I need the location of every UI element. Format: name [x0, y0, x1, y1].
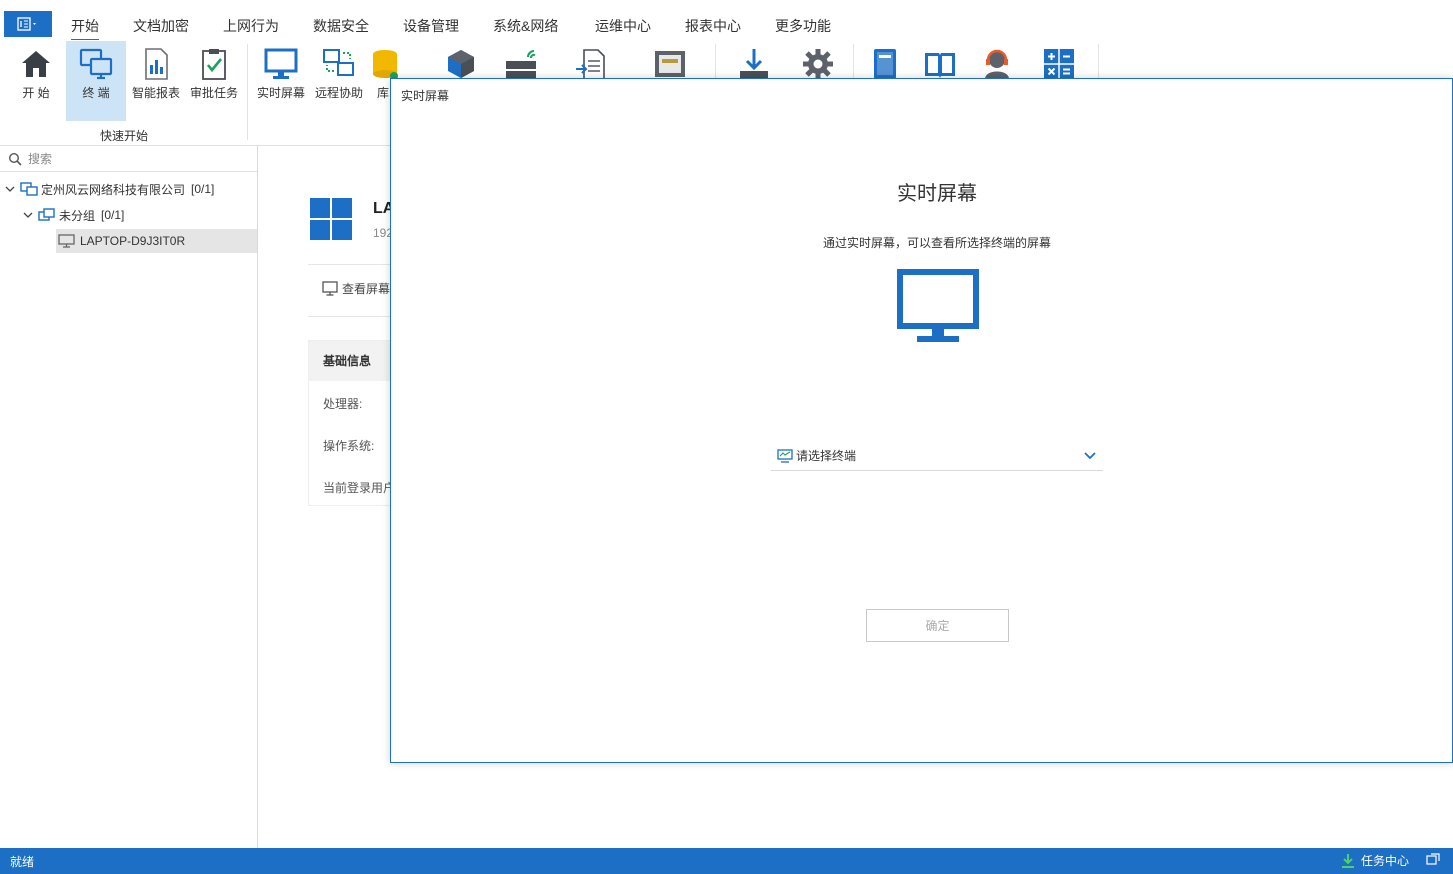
chevron-down-icon[interactable] [4, 183, 16, 195]
tab-internet-behavior[interactable]: 上网行为 [223, 16, 279, 36]
monitor-small-icon [322, 281, 338, 296]
tree-count-ungrouped: [0/1] [101, 208, 125, 222]
tab-ops-center[interactable]: 运维中心 [595, 16, 651, 36]
ribbon-home-label: 开 始 [22, 86, 50, 100]
gear-icon [803, 49, 833, 79]
storage-icon [655, 51, 685, 77]
tree-node-laptop[interactable]: LAPTOP-D9J3IT0R [56, 229, 257, 253]
download-task-icon [1342, 853, 1354, 868]
monitor-icon [264, 48, 298, 79]
search-bar [0, 146, 257, 172]
tab-doc-encryption[interactable]: 文档加密 [133, 16, 189, 36]
manual-icon [874, 49, 896, 79]
tab-start[interactable]: 开始 [71, 16, 99, 41]
ribbon-group-label: 快速开始 [100, 129, 149, 143]
status-bar: 就绪 任务中心 [0, 848, 1453, 874]
ribbon-remote-assist-button[interactable]: 远程协助 [310, 41, 368, 121]
menu-bar: 开始 文档加密 上网行为 数据安全 设备管理 系统&网络 运维中心 报表中心 更… [0, 0, 1453, 41]
calculator-icon [1044, 49, 1074, 79]
app-menu-button[interactable] [4, 11, 52, 37]
tree-node-company[interactable]: 定州风云网络科技有限公司 [0/1] [4, 177, 214, 201]
computer-icon [58, 234, 75, 248]
ribbon-report-label: 智能报表 [131, 86, 180, 100]
window-resize-icon[interactable] [1426, 853, 1440, 867]
chevron-down-icon[interactable] [22, 209, 34, 221]
home-icon [22, 51, 50, 77]
ribbon-approval-label: 审批任务 [189, 86, 238, 100]
task-center-label: 任务中心 [1361, 854, 1410, 868]
terminal-icon [79, 48, 113, 80]
network-group-icon [20, 182, 38, 196]
status-text: 就绪 [10, 855, 35, 869]
ribbon-terminal-label: 终 端 [82, 86, 110, 100]
report-icon [145, 48, 168, 80]
group-icon [38, 208, 55, 221]
tab-more-features[interactable]: 更多功能 [775, 16, 831, 36]
support-icon [985, 49, 1009, 79]
view-screen-label: 查看屏幕 [342, 282, 391, 296]
download-icon [740, 49, 768, 79]
search-icon [8, 152, 22, 166]
monitor-large-icon [897, 269, 979, 342]
app-menu-icon [17, 17, 36, 31]
search-input[interactable] [28, 150, 248, 168]
dialog-title: 实时屏幕 [401, 89, 450, 103]
info-row-os: 操作系统: [323, 439, 375, 453]
ribbon-live-screen-label: 实时屏幕 [256, 86, 305, 100]
tab-device-management[interactable]: 设备管理 [403, 16, 459, 36]
dialog-description: 通过实时屏幕，可以查看所选择终端的屏幕 [822, 236, 1051, 250]
dialog-heading: 实时屏幕 [897, 183, 977, 205]
task-center-button[interactable]: 任务中心 [1340, 852, 1409, 869]
approval-icon [202, 49, 226, 80]
book-icon [925, 53, 955, 78]
tab-data-security[interactable]: 数据安全 [313, 16, 369, 36]
view-screen-link[interactable]: 查看屏幕 [322, 280, 390, 297]
live-screen-dialog: 实时屏幕 实时屏幕 通过实时屏幕，可以查看所选择终端的屏幕 请选择终端 确定 [390, 78, 1453, 763]
terminal-select-placeholder: 请选择终端 [796, 449, 857, 463]
ribbon-report-button[interactable]: 智能报表 [127, 41, 185, 121]
ribbon-home-button[interactable]: 开 始 [7, 41, 65, 121]
info-row-processor: 处理器: [323, 397, 363, 411]
ribbon-terminal-button[interactable]: 终 端 [66, 41, 126, 121]
cube-icon [448, 50, 474, 78]
windows-logo-icon [310, 198, 352, 240]
tree-count-company: [0/1] [191, 182, 215, 196]
tab-report-center[interactable]: 报表中心 [685, 16, 741, 36]
terminal-select-icon [777, 448, 793, 463]
database-icon [373, 50, 398, 80]
tree-node-ungrouped[interactable]: 未分组 [0/1] [22, 203, 124, 227]
terminal-select-dropdown[interactable]: 请选择终端 [771, 441, 1103, 471]
tree-label-ungrouped: 未分组 [59, 208, 96, 223]
remote-icon [323, 49, 354, 76]
document-transfer-icon [576, 49, 605, 80]
tree-label-laptop: LAPTOP-D9J3IT0R [80, 234, 186, 248]
tab-system-network[interactable]: 系统&网络 [493, 16, 558, 36]
chevron-down-icon [1084, 451, 1096, 459]
ribbon-approval-button[interactable]: 审批任务 [185, 41, 243, 121]
tree-label-company: 定州风云网络科技有限公司 [41, 182, 186, 197]
confirm-button[interactable]: 确定 [866, 609, 1009, 642]
terminal-tree-panel: 定州风云网络科技有限公司 [0/1] 未分组 [0/1] LAPTOP-D9J3… [0, 146, 258, 848]
network-device-icon [506, 50, 536, 79]
ribbon-separator [247, 44, 248, 140]
info-row-logged-user: 当前登录用户 [323, 481, 396, 495]
ribbon-remote-assist-label: 远程协助 [314, 86, 363, 100]
app-window: 开始 文档加密 上网行为 数据安全 设备管理 系统&网络 运维中心 报表中心 更… [0, 0, 1453, 874]
ribbon-live-screen-button[interactable]: 实时屏幕 [252, 41, 310, 121]
